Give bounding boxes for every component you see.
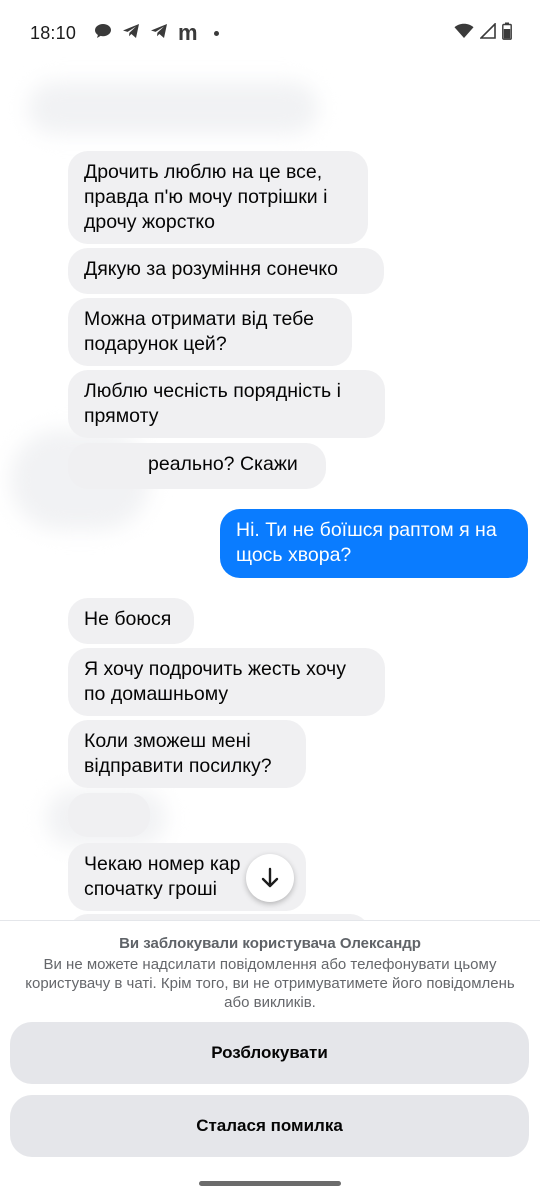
system-icons [454, 21, 512, 45]
notification-dot [213, 30, 219, 36]
telegram-icon [122, 23, 140, 44]
error-button[interactable]: Сталася помилка [10, 1095, 529, 1157]
home-indicator[interactable] [199, 1181, 341, 1186]
status-bar: 18:10 m [0, 0, 540, 66]
message-text: реально? Скажи [148, 453, 298, 475]
unblock-button[interactable]: Розблокувати [10, 1022, 529, 1084]
message-incoming[interactable]: Дякую за розуміння сонечко [68, 248, 384, 294]
message-incoming[interactable]: Дрочить люблю на це все, правда п'ю мочу… [68, 151, 368, 244]
telegram-icon [150, 23, 168, 44]
message-incoming[interactable] [68, 793, 150, 837]
message-incoming[interactable]: Я хочу подрочить жесть хочу по домашньом… [68, 648, 385, 716]
signal-icon [479, 21, 496, 44]
wifi-icon [454, 23, 474, 44]
arrow-down-icon [261, 867, 279, 888]
m-app-icon: m [178, 20, 198, 45]
message-incoming[interactable]: реально? Скажи [68, 443, 326, 489]
redacted-contact-header [28, 82, 318, 134]
chat-bubble-icon [94, 23, 112, 44]
message-incoming[interactable]: Можна отримати від тебе подарунок цей? [68, 298, 352, 366]
blocked-user-panel: Ви заблокували користувача Олександр Ви … [0, 920, 540, 1201]
blocked-description: Ви не можете надсилати повідомлення або … [25, 956, 515, 1011]
status-time: 18:10 [30, 22, 77, 43]
message-incoming[interactable]: Не боюся [68, 598, 194, 644]
message-incoming[interactable]: Люблю чесність порядність і прямоту [68, 370, 385, 438]
scroll-to-bottom-button[interactable] [246, 854, 294, 902]
blocked-title: Ви заблокували користувача Олександр [119, 935, 421, 952]
battery-icon [502, 22, 512, 45]
notification-icons: m [94, 22, 219, 44]
message-incoming[interactable]: Коли зможеш мені відправити посилку? [68, 720, 306, 788]
message-outgoing[interactable]: Ні. Ти не боїшся раптом я на щось хвора? [220, 509, 528, 578]
